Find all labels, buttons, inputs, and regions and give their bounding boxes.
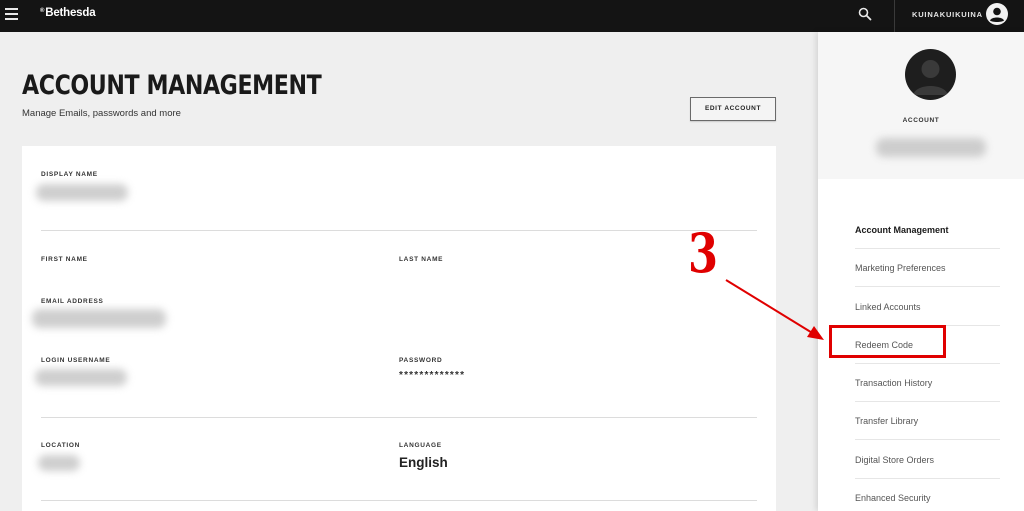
display-name-label: DISPLAY NAME — [41, 171, 98, 178]
sidebar-item-digital-store-orders[interactable]: Digital Store Orders — [855, 441, 1000, 479]
profile-avatar-icon — [913, 60, 948, 95]
page-title: ACCOUNT MANAGEMENT — [22, 70, 322, 101]
location-value-redacted — [38, 455, 80, 471]
step-number-annotation: 3 — [688, 221, 719, 285]
language-label: LANGUAGE — [399, 442, 442, 449]
language-value: English — [399, 455, 448, 470]
topbar-divider — [894, 0, 895, 32]
last-name-label: LAST NAME — [399, 256, 444, 263]
email-address-label: EMAIL ADDRESS — [41, 298, 104, 305]
brand-mark: ® — [40, 8, 45, 14]
account-sidebar: ACCOUNT Account Management Marketing Pre… — [818, 32, 1024, 511]
section-divider — [41, 500, 757, 501]
account-details-card: DISPLAY NAME FIRST NAME LAST NAME EMAIL … — [22, 146, 776, 511]
login-username-label: LOGIN USERNAME — [41, 357, 111, 364]
top-navigation-bar: ®Bethesda KUINAKUIKUINA — [0, 0, 1024, 32]
sidebar-item-transfer-library[interactable]: Transfer Library — [855, 402, 1000, 440]
display-name-value-redacted — [36, 184, 128, 201]
password-label: PASSWORD — [399, 357, 443, 364]
hamburger-menu-icon[interactable] — [5, 8, 18, 20]
sidebar-item-linked-accounts[interactable]: Linked Accounts — [855, 288, 1000, 326]
account-name-redacted — [876, 138, 986, 157]
first-name-label: FIRST NAME — [41, 256, 88, 263]
location-label: LOCATION — [41, 442, 81, 449]
username-link[interactable]: KUINAKUIKUINA — [912, 10, 983, 19]
search-icon[interactable] — [858, 7, 872, 21]
section-divider — [41, 417, 757, 418]
sidebar-item-transaction-history[interactable]: Transaction History — [855, 364, 1000, 402]
email-value-redacted — [32, 309, 166, 328]
sidebar-account-label: ACCOUNT — [902, 117, 940, 124]
profile-avatar — [905, 49, 956, 100]
sidebar-item-enhanced-security[interactable]: Enhanced Security — [855, 479, 1000, 511]
edit-account-button[interactable]: EDIT ACCOUNT — [690, 97, 776, 121]
bethesda-logo[interactable]: ®Bethesda — [40, 7, 96, 19]
sidebar-item-account-management[interactable]: Account Management — [855, 211, 1000, 249]
sidebar-item-redeem-code[interactable]: Redeem Code — [855, 326, 1000, 364]
brand-name: Bethesda — [45, 7, 96, 19]
sidebar-item-marketing-preferences[interactable]: Marketing Preferences — [855, 249, 1000, 287]
sidebar-profile-header: ACCOUNT — [818, 32, 1024, 179]
login-username-value-redacted — [35, 369, 127, 386]
user-avatar-icon[interactable] — [986, 3, 1008, 25]
password-value: ************* — [399, 370, 466, 381]
page-subtitle: Manage Emails, passwords and more — [22, 108, 181, 119]
section-divider — [41, 230, 757, 231]
